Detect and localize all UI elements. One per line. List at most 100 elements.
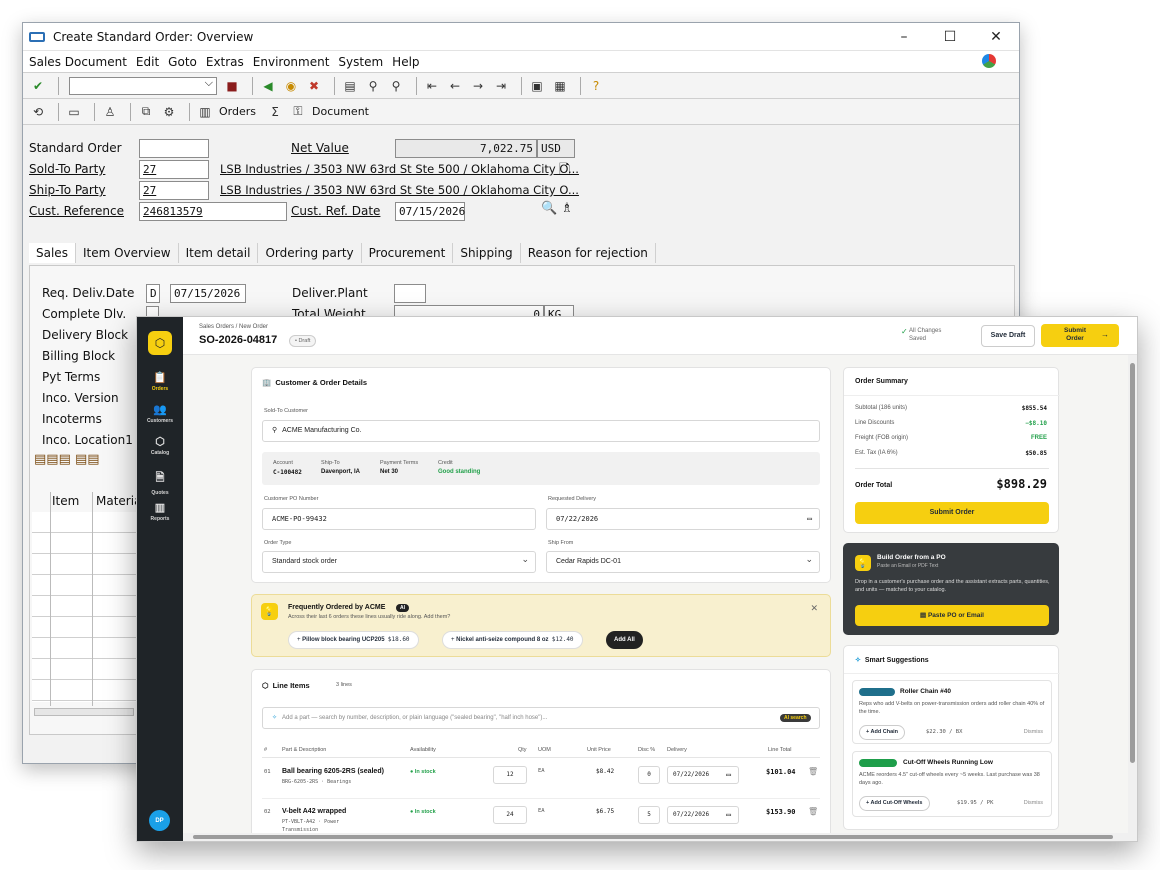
close-icon[interactable]: ✕ — [810, 603, 818, 614]
req-deliv-date-type[interactable]: D — [146, 284, 160, 303]
tab-ordering-party[interactable]: Ordering party — [258, 243, 362, 263]
user-avatar[interactable]: DP — [149, 810, 170, 831]
dismiss-button[interactable]: Dismiss — [1024, 729, 1043, 735]
menu-help[interactable]: Help — [392, 55, 419, 69]
document-button[interactable]: Document — [312, 105, 369, 118]
last-page-icon[interactable]: ⇥ — [492, 78, 510, 94]
stamp-icon[interactable]: ♗ — [561, 201, 573, 216]
item-table-grid[interactable] — [32, 512, 136, 702]
exit-icon[interactable]: ◉ — [282, 78, 300, 94]
shortcut-icon[interactable]: ▦ — [551, 78, 569, 94]
horizontal-scrollbar[interactable] — [183, 833, 1130, 841]
paste-po-button[interactable]: ▤ Paste PO or Email — [855, 605, 1049, 626]
sum-icon[interactable]: Σ — [266, 104, 284, 120]
cancel-icon[interactable]: ✖ — [305, 78, 323, 94]
dismiss-button[interactable]: Dismiss — [1024, 800, 1043, 806]
cust-reference-label[interactable]: Cust. Reference — [29, 204, 124, 218]
order-type-select[interactable]: Standard stock order — [262, 549, 536, 573]
table-row[interactable]: 01 Ball bearing 6205-2RS (sealed) BRG-62… — [252, 760, 832, 798]
cust-ref-date-label[interactable]: Cust. Ref. Date — [291, 204, 380, 218]
sold-to-label[interactable]: Sold-To Party — [29, 162, 105, 176]
menu-goto[interactable]: Goto — [168, 55, 197, 69]
tab-item-overview[interactable]: Item Overview — [76, 243, 179, 263]
nav-reports[interactable]: ▥ Reports — [137, 501, 183, 522]
pyt-terms-label: Pyt Terms — [42, 370, 101, 384]
row-qty-input[interactable]: 12 — [493, 766, 527, 784]
nav-catalog[interactable]: ⬡ Catalog — [137, 435, 183, 456]
new-session-icon[interactable]: ▣ — [528, 78, 546, 94]
standard-order-input[interactable] — [139, 139, 209, 158]
row-qty-input[interactable]: 24 — [493, 806, 527, 824]
command-field[interactable] — [69, 76, 217, 95]
partner-icon[interactable]: ♙ — [101, 104, 119, 120]
ship-from-select[interactable]: Cedar Rapids DC-01 — [546, 549, 820, 573]
previous-page-icon[interactable]: ← — [446, 78, 464, 94]
find-next-icon[interactable]: ⚲ — [387, 78, 405, 94]
nav-orders[interactable]: 📋 Orders — [137, 371, 183, 392]
nav-customers[interactable]: 👥 Customers — [137, 403, 183, 424]
document-icon[interactable]: 🗋 — [559, 159, 570, 183]
add-anti-seize-chip[interactable]: + Nickel anti-seize compound 8 oz $12.40 — [442, 631, 583, 649]
maximize-button[interactable]: ☐ — [927, 23, 973, 51]
sap-status-icon[interactable] — [982, 54, 996, 68]
enter-icon[interactable]: ✔ — [29, 78, 47, 94]
tab-shipping[interactable]: Shipping — [453, 243, 521, 263]
sold-to-input[interactable]: 27 — [139, 160, 209, 179]
trash-icon[interactable]: 🗑 — [808, 767, 818, 776]
table-scrollbar[interactable] — [34, 708, 134, 716]
tab-reason-for-rejection[interactable]: Reason for rejection — [521, 243, 656, 263]
nav-quotes[interactable]: 🗎 Quotes — [137, 469, 183, 496]
row-delivery-input[interactable]: 07/22/2026 — [667, 806, 739, 824]
menu-sales-document[interactable]: Sales Document — [29, 55, 127, 69]
header-icon[interactable]: ▭ — [65, 104, 83, 120]
display-doc-flow-icon[interactable]: ⟲ — [29, 104, 47, 120]
print-icon[interactable]: ▤ — [341, 78, 359, 94]
save-icon[interactable]: ■ — [223, 78, 241, 94]
po-number-input[interactable]: ACME-PO-99432 — [262, 508, 536, 530]
submit-order-button[interactable]: Submit Order — [855, 502, 1049, 524]
find-icon[interactable]: ⚲ — [364, 78, 382, 94]
req-deliv-date-input[interactable]: 07/15/2026 — [170, 284, 246, 303]
copy-icon[interactable]: ⧉ — [137, 104, 155, 120]
back-icon[interactable]: ◀ — [259, 78, 277, 94]
close-button[interactable]: ✕ — [973, 23, 1019, 51]
item-table-toolbar-icons[interactable]: ▤▤▤ ▤▤ — [34, 452, 100, 467]
vertical-scrollbar[interactable] — [1128, 355, 1137, 841]
pricing-icon[interactable]: ⚙ — [160, 104, 178, 120]
menu-system[interactable]: System — [338, 55, 383, 69]
add-part-search-input[interactable]: ✧ Add a part — search by number, descript… — [262, 707, 820, 729]
menu-extras[interactable]: Extras — [206, 55, 244, 69]
trash-icon[interactable]: 🗑 — [808, 807, 818, 816]
orders-button[interactable]: Orders — [219, 105, 256, 118]
tab-item-detail[interactable]: Item detail — [179, 243, 259, 263]
cust-ref-date-input[interactable]: 07/15/2026 — [395, 202, 465, 221]
help-icon[interactable]: ? — [587, 78, 605, 94]
row-disc-input[interactable]: 0 — [638, 766, 660, 784]
tab-procurement[interactable]: Procurement — [362, 243, 454, 263]
menu-environment[interactable]: Environment — [253, 55, 330, 69]
menu-edit[interactable]: Edit — [136, 55, 159, 69]
add-chain-button[interactable]: + Add Chain — [859, 725, 906, 740]
add-all-button[interactable]: Add All — [606, 631, 643, 649]
ship-to-input[interactable]: 27 — [139, 181, 209, 200]
cust-reference-input[interactable]: 246813579 — [139, 202, 287, 221]
display-icon[interactable]: 🔍 — [541, 201, 557, 216]
row-disc-input[interactable]: 5 — [638, 806, 660, 824]
tab-sales[interactable]: Sales — [29, 243, 76, 263]
next-page-icon[interactable]: → — [469, 78, 487, 94]
ai-search-badge[interactable]: AI search — [780, 714, 811, 722]
submit-order-top-button[interactable]: Submit Order → — [1041, 324, 1119, 347]
ship-to-label[interactable]: Ship-To Party — [29, 183, 106, 197]
deliver-plant-input[interactable] — [394, 284, 426, 303]
sold-to-customer-input[interactable]: ⚲ ACME Manufacturing Co. — [262, 420, 820, 442]
app-logo-icon[interactable]: ⬡ — [148, 331, 172, 355]
save-draft-button[interactable]: Save Draft — [981, 325, 1035, 347]
requested-delivery-input[interactable]: 07/22/2026 — [546, 508, 820, 530]
smart-suggestions-card: ✧ Smart Suggestions Cross-sell Roller Cha… — [843, 645, 1060, 830]
add-pillow-block-chip[interactable]: + Pillow block bearing UCP205 $18.60 — [288, 631, 419, 649]
add-cut-off-wheels-button[interactable]: + Add Cut-Off Wheels — [859, 796, 930, 811]
row-delivery-input[interactable]: 07/22/2026 — [667, 766, 739, 784]
first-page-icon[interactable]: ⇤ — [423, 78, 441, 94]
breadcrumb[interactable]: Sales Orders / New Order — [199, 324, 268, 330]
minimize-button[interactable]: – — [881, 23, 927, 51]
